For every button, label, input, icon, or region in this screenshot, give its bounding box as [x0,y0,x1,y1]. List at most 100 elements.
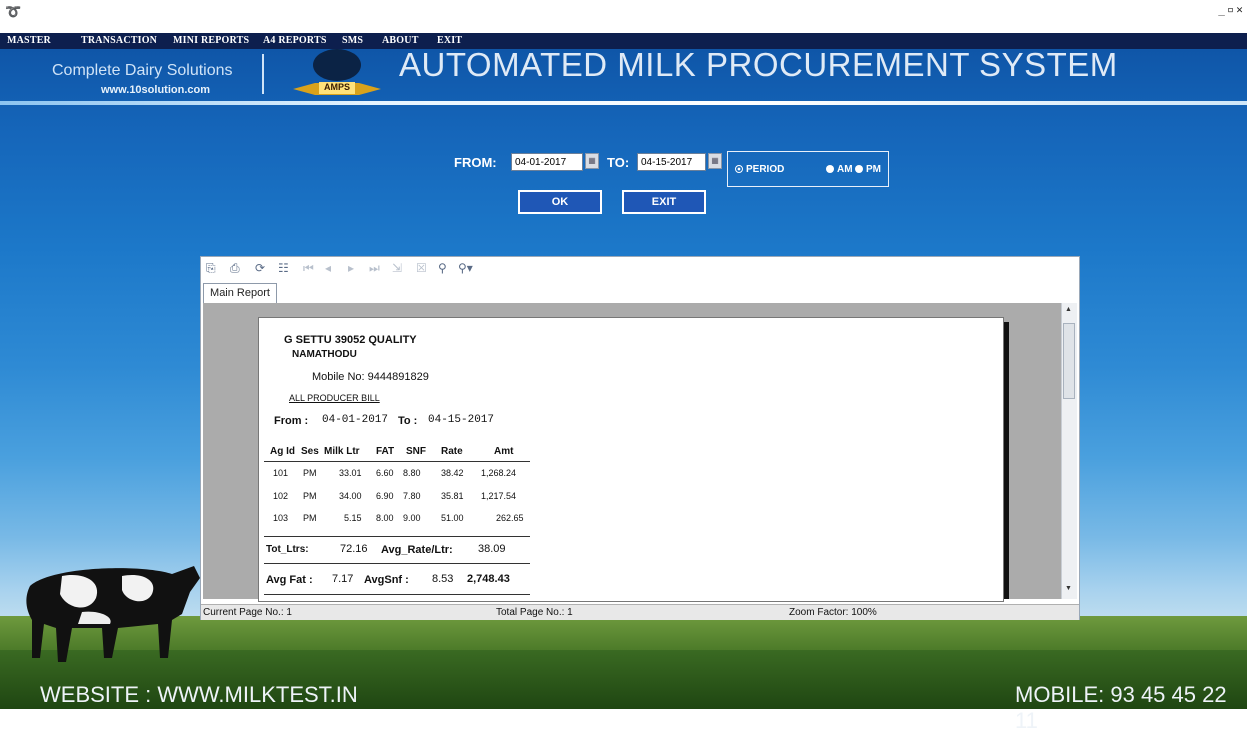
goto-page-icon[interactable]: ⇲ [392,261,402,275]
report-to-value: 04-15-2017 [428,414,495,426]
avg-fat-value: 7.17 [332,573,354,585]
menu-sms[interactable]: SMS [342,35,363,46]
row-amt: 262.65 [496,513,524,523]
refresh-icon[interactable]: ⟳ [255,261,265,275]
report-from-value: 04-01-2017 [322,414,389,426]
row-rate: 38.42 [441,468,464,478]
row-rate: 51.00 [441,513,464,523]
radio-period-label: PERIOD [746,164,785,175]
report-page: G SETTU 39052 QUALITY NAMATHODU Mobile N… [258,317,1004,602]
search-icon[interactable]: ⚲ [438,261,447,275]
to-date-input[interactable]: 04-15-2017 [637,153,706,171]
prev-page-icon[interactable]: ◂ [325,261,331,275]
menu-exit[interactable]: EXIT [437,35,462,46]
row-fat: 8.00 [376,513,394,523]
row-snf: 9.00 [403,513,421,523]
row-milk: 33.01 [339,468,362,478]
avg-snf-value: 8.53 [432,573,454,585]
stop-icon[interactable]: ☒ [416,261,427,275]
col-agid: Ag Id [270,446,295,457]
col-snf: SNF [406,446,426,457]
header-divider [0,101,1247,105]
logo-text: AMPS [324,82,351,92]
radio-pm-label: PM [866,164,881,175]
row-ses: PM [303,513,317,523]
from-calendar-icon[interactable]: ▦ [585,153,599,169]
avg-fat-label: Avg Fat : [266,574,313,586]
title-bar: ➰ _ ▫ ✕ [0,0,1247,33]
window-controls: _ ▫ ✕ [1217,3,1244,16]
menu-transaction[interactable]: TRANSACTION [81,35,157,46]
col-amt: Amt [494,446,514,457]
report-bill-title: ALL PRODUCER BILL [289,393,380,403]
tot-ltrs-label: Tot_Ltrs: [266,544,309,555]
last-page-icon[interactable]: ⏭ [369,261,380,276]
footer-mobile: MOBILE: 93 45 45 22 11 [1015,682,1227,733]
from-label: FROM: [454,155,497,170]
radio-pm[interactable]: PM [855,164,881,175]
export-icon[interactable]: ⎘ [206,261,216,276]
row-milk: 5.15 [344,513,362,523]
menu-mini-reports[interactable]: MINI REPORTS [173,35,249,46]
app-title: AUTOMATED MILK PROCUREMENT SYSTEM [399,46,1118,83]
totals-rule [264,563,530,564]
col-rate: Rate [441,446,463,457]
radio-unselected-icon [855,165,863,173]
from-date-input[interactable]: 04-01-2017 [511,153,583,171]
row-snf: 7.80 [403,491,421,501]
page-shadow [1004,322,1009,599]
radio-period[interactable]: PERIOD [735,164,784,175]
restore-icon[interactable]: ▫ [1226,3,1235,16]
scroll-up-icon[interactable]: ▲ [1065,306,1072,313]
grand-total: 2,748.43 [467,573,510,585]
row-ses: PM [303,468,317,478]
footer-website: WEBSITE : WWW.MILKTEST.IN [40,682,358,707]
row-snf: 8.80 [403,468,421,478]
current-page: Current Page No.: 1 [203,607,292,618]
close-icon[interactable]: ✕ [1235,3,1244,16]
ok-button[interactable]: OK [518,190,602,214]
zoom-icon[interactable]: ⚲▾ [458,261,473,275]
report-to-label: To : [398,415,418,427]
tot-ltrs-value: 72.16 [340,543,368,555]
col-fat: FAT [376,446,395,457]
amps-logo: AMPS [275,49,395,99]
viewer-status-bar: Current Page No.: 1 Total Page No.: 1 Zo… [201,604,1079,620]
to-calendar-icon[interactable]: ▦ [708,153,722,169]
menu-about[interactable]: ABOUT [382,35,419,46]
scroll-down-icon[interactable]: ▼ [1065,585,1072,592]
avg-rate-value: 38.09 [478,543,506,555]
radio-am[interactable]: AM [826,164,853,175]
menu-master[interactable]: MASTER [7,35,51,46]
cow-image [26,566,200,662]
report-place: NAMATHODU [292,349,357,360]
menu-a4-reports[interactable]: A4 REPORTS [263,35,327,46]
radio-am-label: AM [837,164,853,175]
row-milk: 34.00 [339,491,362,501]
report-mobile: Mobile No: 9444891829 [312,371,429,383]
report-from-label: From : [274,415,309,427]
row-fat: 6.90 [376,491,394,501]
group-tree-icon[interactable]: ☷ [278,261,289,275]
avg-snf-label: AvgSnf : [364,574,409,586]
row-agid: 101 [273,468,289,478]
minimize-icon[interactable]: _ [1217,3,1226,16]
brand-name: Complete Dairy Solutions [52,62,233,79]
exit-button[interactable]: EXIT [622,190,706,214]
first-page-icon[interactable]: ⏮ [303,261,314,276]
scrollbar-thumb[interactable] [1063,323,1075,399]
row-agid: 103 [273,513,289,523]
col-milk: Milk Ltr [324,446,360,457]
tab-main-report[interactable]: Main Report [203,283,277,303]
row-amt: 1,268.24 [481,468,517,478]
row-amt: 1,217.54 [481,491,517,501]
col-ses: Ses [301,446,319,457]
print-icon[interactable]: ⎙ [230,261,240,276]
bottom-rule [264,594,530,595]
next-page-icon[interactable]: ▸ [348,261,354,275]
row-rate: 35.81 [441,491,464,501]
row-ses: PM [303,491,317,501]
header-rule [264,461,530,462]
brand-divider [262,54,264,94]
radio-unselected-icon [826,165,834,173]
